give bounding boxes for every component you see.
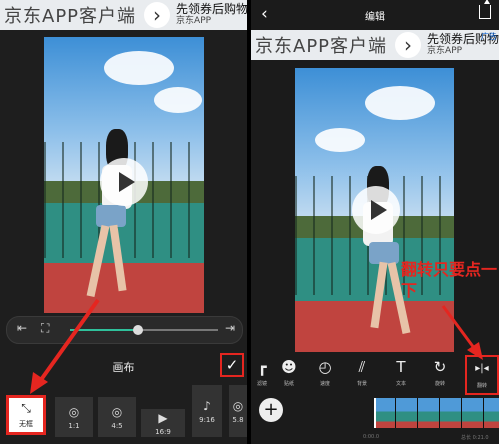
edit-panel: ‹ 编辑 京东APP客户端 › 先领券后购物 京东APP 广告 翻转只要点一下 … <box>251 0 499 444</box>
annotation-arrow <box>441 305 483 360</box>
canvas-editor-panel: 京东APP客户端 › 先领券后购物 京东APP ⇤ ⛶ ⇥ 画布 ✓ ⤡ 无框 <box>0 0 247 444</box>
annotation-arrow <box>30 298 100 394</box>
annotation-arrow-head <box>467 342 483 360</box>
annotation-arrow-line <box>36 298 100 386</box>
annotation-arrow-line <box>441 305 479 353</box>
